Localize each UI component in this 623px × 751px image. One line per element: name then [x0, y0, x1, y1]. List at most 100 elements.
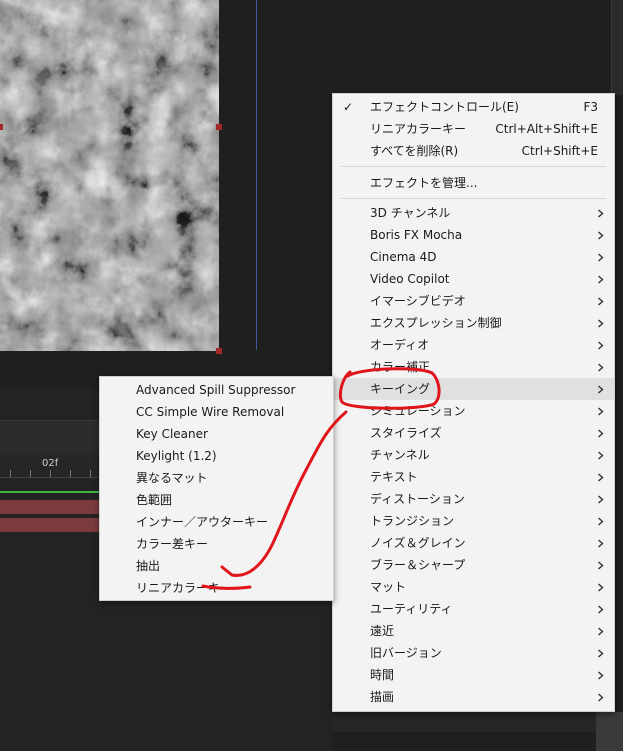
menu-item-label: 時間: [370, 668, 395, 682]
menu-item-category[interactable]: テキスト: [333, 466, 614, 488]
menu-item-category[interactable]: カラー補正: [333, 356, 614, 378]
chevron-right-icon: [597, 510, 605, 532]
chevron-right-icon: [597, 532, 605, 554]
fractal-noise-image: [0, 0, 219, 351]
submenu-item[interactable]: カラー差キー: [100, 533, 333, 555]
layer-duration-bar[interactable]: [0, 500, 100, 514]
menu-item-label: 描画: [370, 690, 395, 704]
chevron-right-icon: [597, 422, 605, 444]
chevron-right-icon: [597, 488, 605, 510]
menu-item-category[interactable]: Video Copilot: [333, 268, 614, 290]
menu-item-category[interactable]: マット: [333, 576, 614, 598]
chevron-right-icon: [597, 642, 605, 664]
menu-item-label: ユーティリティ: [370, 602, 453, 616]
menu-item-category[interactable]: 遠近: [333, 620, 614, 642]
layer-handle-corner[interactable]: [216, 348, 222, 354]
chevron-right-icon: [597, 224, 605, 246]
menu-item-label: Cinema 4D: [370, 250, 437, 264]
submenu-item-label: Advanced Spill Suppressor: [136, 383, 296, 397]
chevron-right-icon: [597, 620, 605, 642]
chevron-right-icon: [597, 202, 605, 224]
menu-separator: [341, 198, 606, 199]
submenu-item[interactable]: Advanced Spill Suppressor: [100, 379, 333, 401]
panel-scrollbar[interactable]: [611, 0, 623, 95]
chevron-right-icon: [597, 400, 605, 422]
menu-item-label: エフェクトコントロール(E): [370, 100, 519, 114]
submenu-item[interactable]: 抽出: [100, 555, 333, 577]
chevron-right-icon: [597, 378, 605, 400]
submenu-item[interactable]: 異なるマット: [100, 467, 333, 489]
menu-item-category[interactable]: トランジション: [333, 510, 614, 532]
menu-item-category[interactable]: ディストーション: [333, 488, 614, 510]
ruler-tick: [90, 470, 91, 477]
submenu-item[interactable]: Key Cleaner: [100, 423, 333, 445]
menu-item-category[interactable]: 時間: [333, 664, 614, 686]
menu-item-label: キーイング: [370, 382, 431, 396]
menu-item-label: リニアカラーキー: [370, 122, 467, 136]
timeline-header: [0, 420, 100, 457]
menu-item-category[interactable]: 3D チャンネル: [333, 202, 614, 224]
menu-item-category[interactable]: オーディオ: [333, 334, 614, 356]
menu-item-remove-all[interactable]: すべてを削除(R) Ctrl+Shift+E: [333, 140, 614, 162]
menu-item-label: トランジション: [370, 514, 455, 528]
menu-item-category[interactable]: チャンネル: [333, 444, 614, 466]
ruler-tick: [30, 470, 31, 477]
layer-handle-right[interactable]: [216, 124, 222, 130]
chevron-right-icon: [597, 290, 605, 312]
submenu-item-label: 異なるマット: [136, 471, 208, 485]
menu-item-category[interactable]: ユーティリティ: [333, 598, 614, 620]
chevron-right-icon: [597, 576, 605, 598]
menu-item-label: オーディオ: [370, 338, 430, 352]
submenu-item[interactable]: リニアカラーキー: [100, 577, 333, 599]
submenu-item[interactable]: Keylight (1.2): [100, 445, 333, 467]
chevron-right-icon: [597, 554, 605, 576]
submenu-item[interactable]: CC Simple Wire Removal: [100, 401, 333, 423]
work-area-bar[interactable]: [0, 491, 100, 493]
menu-item-effect-controls[interactable]: ✓ エフェクトコントロール(E) F3: [333, 96, 614, 118]
menu-item-category[interactable]: スタイライズ: [333, 422, 614, 444]
chevron-right-icon: [597, 686, 605, 708]
menu-item-category[interactable]: エクスプレッション制御: [333, 312, 614, 334]
submenu-item-label: リニアカラーキー: [136, 581, 233, 595]
ruler-tick: [50, 470, 51, 477]
bottom-toolbar: [332, 712, 597, 732]
menu-item-label: ブラー＆シャープ: [370, 558, 466, 572]
menu-item-label: エクスプレッション制御: [370, 316, 502, 330]
bottom-scrollbar[interactable]: [596, 712, 623, 751]
menu-item-shortcut: F3: [583, 100, 598, 114]
panel-divider: [256, 0, 257, 350]
menu-item-label: Video Copilot: [370, 272, 450, 286]
menu-item-category[interactable]: シミュレーション: [333, 400, 614, 422]
menu-separator: [341, 166, 606, 167]
menu-item-linear-color-key[interactable]: リニアカラーキー Ctrl+Alt+Shift+E: [333, 118, 614, 140]
menu-item-category[interactable]: 描画: [333, 686, 614, 708]
composition-preview[interactable]: [0, 0, 219, 351]
chevron-right-icon: [597, 312, 605, 334]
menu-item-category[interactable]: 旧バージョン: [333, 642, 614, 664]
menu-item-label: エフェクトを管理...: [370, 176, 478, 190]
keying-submenu: Advanced Spill Suppressor CC Simple Wire …: [99, 376, 334, 601]
chevron-right-icon: [597, 444, 605, 466]
ruler-label: 02f: [42, 458, 59, 469]
menu-item-manage-effects[interactable]: エフェクトを管理...: [333, 172, 614, 194]
menu-item-label: ディストーション: [370, 492, 465, 506]
menu-item-category[interactable]: イマーシブビデオ: [333, 290, 614, 312]
submenu-item[interactable]: インナー／アウターキー: [100, 511, 333, 533]
menu-item-category[interactable]: Cinema 4D: [333, 246, 614, 268]
submenu-item[interactable]: 色範囲: [100, 489, 333, 511]
chevron-right-icon: [597, 466, 605, 488]
layer-handle-left[interactable]: [0, 124, 3, 130]
chevron-right-icon: [597, 598, 605, 620]
menu-item-category[interactable]: ノイズ＆グレイン: [333, 532, 614, 554]
menu-item-category[interactable]: キーイング: [333, 378, 614, 400]
submenu-item-label: インナー／アウターキー: [136, 515, 269, 529]
layer-duration-bar[interactable]: [0, 518, 100, 532]
menu-item-category[interactable]: ブラー＆シャープ: [333, 554, 614, 576]
submenu-item-label: カラー差キー: [136, 537, 209, 551]
menu-item-label: 旧バージョン: [370, 646, 442, 660]
ruler-tick: [70, 470, 71, 477]
submenu-item-label: CC Simple Wire Removal: [136, 405, 285, 419]
menu-item-category[interactable]: Boris FX Mocha: [333, 224, 614, 246]
chevron-right-icon: [597, 246, 605, 268]
menu-item-label: 遠近: [370, 624, 395, 638]
